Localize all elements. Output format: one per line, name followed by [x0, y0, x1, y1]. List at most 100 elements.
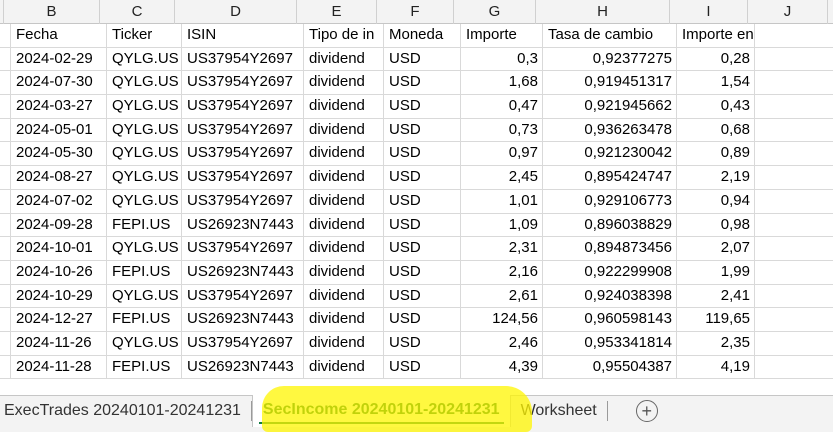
- table-cell[interactable]: 0,953341814: [543, 331, 677, 355]
- table-cell[interactable]: 2024-08-27: [11, 166, 107, 189]
- table-cell[interactable]: 4,19: [677, 355, 755, 379]
- table-cell[interactable]: FEPI.US: [107, 355, 182, 379]
- table-cell[interactable]: 2,07: [677, 237, 755, 260]
- cell-a[interactable]: [0, 71, 11, 95]
- table-cell[interactable]: dividend: [304, 47, 384, 71]
- table-cell[interactable]: USD: [384, 95, 461, 118]
- table-cell[interactable]: 2,45: [461, 166, 543, 189]
- cell-a[interactable]: [0, 95, 11, 118]
- table-cell[interactable]: dividend: [304, 71, 384, 95]
- table-cell[interactable]: USD: [384, 331, 461, 355]
- cell-a[interactable]: [0, 142, 11, 166]
- table-cell[interactable]: US37954Y2697: [182, 331, 304, 355]
- table-cell[interactable]: 2024-07-30: [11, 71, 107, 95]
- table-cell[interactable]: USD: [384, 237, 461, 260]
- table-cell[interactable]: US37954Y2697: [182, 284, 304, 308]
- table-cell[interactable]: 2,61: [461, 284, 543, 308]
- table-cell[interactable]: 0,3: [461, 47, 543, 71]
- table-cell[interactable]: 2024-11-28: [11, 355, 107, 379]
- table-cell[interactable]: USD: [384, 284, 461, 308]
- table-cell[interactable]: 119,65: [677, 308, 755, 331]
- column-header-j[interactable]: J: [748, 0, 828, 24]
- cell-a[interactable]: [0, 355, 11, 379]
- column-header-c[interactable]: C: [100, 0, 175, 24]
- table-cell[interactable]: 1,01: [461, 189, 543, 213]
- table-cell[interactable]: [755, 142, 833, 165]
- column-header-h[interactable]: H: [536, 0, 670, 24]
- table-cell[interactable]: dividend: [304, 189, 384, 213]
- table-cell[interactable]: dividend: [304, 284, 384, 308]
- table-cell[interactable]: USD: [384, 260, 461, 284]
- table-cell[interactable]: USD: [384, 71, 461, 95]
- table-cell[interactable]: QYLG.US: [107, 118, 182, 142]
- table-cell[interactable]: QYLG.US: [107, 189, 182, 213]
- header-cell[interactable]: Moneda: [384, 24, 461, 47]
- table-cell[interactable]: 2024-10-29: [11, 284, 107, 308]
- cell-a[interactable]: [0, 284, 11, 308]
- cell-a[interactable]: [0, 331, 11, 355]
- table-cell[interactable]: 0,47: [461, 95, 543, 118]
- header-cell[interactable]: ISIN: [182, 24, 304, 47]
- table-cell[interactable]: [755, 285, 833, 308]
- add-sheet-icon[interactable]: +: [635, 400, 658, 422]
- cell-a[interactable]: [0, 189, 11, 213]
- sheet-tab-secincome[interactable]: SecIncome 20240101-20241231: [251, 395, 511, 427]
- table-cell[interactable]: 0,89: [677, 142, 755, 166]
- table-cell[interactable]: 1,68: [461, 71, 543, 95]
- table-cell[interactable]: 1,54: [677, 71, 755, 95]
- table-cell[interactable]: US37954Y2697: [182, 47, 304, 71]
- table-cell[interactable]: 124,56: [461, 308, 543, 331]
- table-cell[interactable]: USD: [384, 308, 461, 331]
- table-cell[interactable]: 0,924038398: [543, 284, 677, 308]
- table-cell[interactable]: FEPI.US: [107, 308, 182, 331]
- table-cell[interactable]: [755, 332, 833, 355]
- table-cell[interactable]: 2024-07-02: [11, 189, 107, 213]
- table-cell[interactable]: 0,921945662: [543, 95, 677, 118]
- table-cell[interactable]: USD: [384, 166, 461, 189]
- table-cell[interactable]: USD: [384, 118, 461, 142]
- table-cell[interactable]: 2024-03-27: [11, 95, 107, 118]
- cell-a[interactable]: [0, 213, 11, 237]
- column-header-d[interactable]: D: [175, 0, 297, 24]
- table-cell[interactable]: 2024-09-28: [11, 213, 107, 237]
- table-cell[interactable]: 0,73: [461, 118, 543, 142]
- table-cell[interactable]: [755, 48, 833, 71]
- table-cell[interactable]: USD: [384, 189, 461, 213]
- table-cell[interactable]: 0,936263478: [543, 118, 677, 142]
- table-cell[interactable]: [755, 119, 833, 142]
- table-cell[interactable]: 0,94: [677, 189, 755, 213]
- table-cell[interactable]: 0,95504387: [543, 355, 677, 379]
- table-cell[interactable]: 0,919451317: [543, 71, 677, 95]
- table-cell[interactable]: [755, 356, 833, 379]
- table-cell[interactable]: dividend: [304, 308, 384, 331]
- column-header-e[interactable]: E: [297, 0, 377, 24]
- table-cell[interactable]: USD: [384, 142, 461, 166]
- table-cell[interactable]: 0,960598143: [543, 308, 677, 331]
- table-cell[interactable]: 2024-11-26: [11, 331, 107, 355]
- cell-a[interactable]: [0, 237, 11, 260]
- table-cell[interactable]: 0,92377275: [543, 47, 677, 71]
- table-cell[interactable]: US26923N7443: [182, 308, 304, 331]
- table-cell[interactable]: US26923N7443: [182, 355, 304, 379]
- table-cell[interactable]: [755, 166, 833, 189]
- table-cell[interactable]: 0,896038829: [543, 213, 677, 237]
- header-cell[interactable]: Fecha: [11, 24, 107, 47]
- table-cell[interactable]: 0,929106773: [543, 189, 677, 213]
- table-cell[interactable]: US26923N7443: [182, 260, 304, 284]
- column-header-b[interactable]: B: [4, 0, 100, 24]
- table-cell[interactable]: 2,16: [461, 260, 543, 284]
- table-cell[interactable]: dividend: [304, 213, 384, 237]
- table-cell[interactable]: [755, 214, 833, 237]
- table-cell[interactable]: QYLG.US: [107, 331, 182, 355]
- table-cell[interactable]: [755, 190, 833, 213]
- table-cell[interactable]: USD: [384, 355, 461, 379]
- table-cell[interactable]: US37954Y2697: [182, 142, 304, 166]
- table-cell[interactable]: [755, 95, 833, 118]
- table-cell[interactable]: 2,41: [677, 284, 755, 308]
- table-cell[interactable]: 4,39: [461, 355, 543, 379]
- table-cell[interactable]: 2024-05-30: [11, 142, 107, 166]
- table-cell[interactable]: dividend: [304, 331, 384, 355]
- table-cell[interactable]: 0,895424747: [543, 166, 677, 189]
- table-cell[interactable]: [755, 308, 833, 331]
- table-cell[interactable]: [755, 237, 833, 260]
